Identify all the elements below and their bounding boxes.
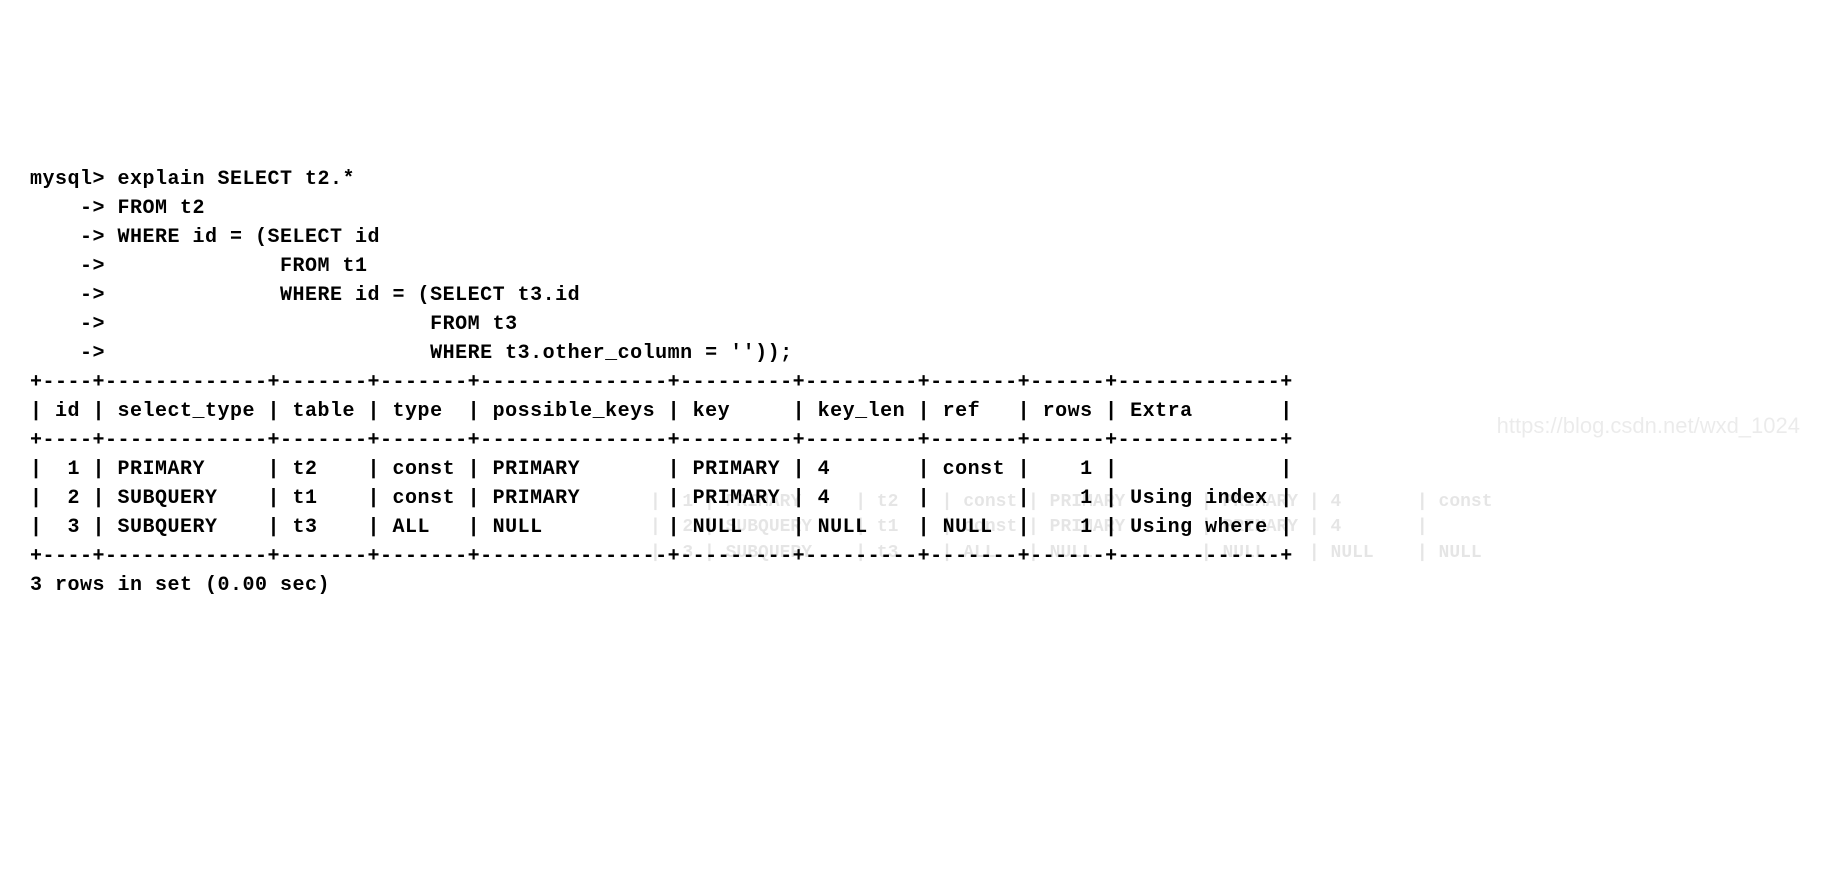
ghost-row-1: | 2 | SUBQUERY | t1 | const | PRIMARY | … (650, 517, 1428, 537)
query-line-5: -> FROM t3 (30, 313, 518, 336)
query-line-3: -> FROM t1 (30, 255, 368, 278)
query-line-6: -> WHERE t3.other_column = '')); (30, 342, 793, 365)
ghost-row-2: | 3 | SUBQUERY | t3 | ALL | NULL | NULL … (650, 543, 1482, 563)
query-line-2: -> WHERE id = (SELECT id (30, 226, 380, 249)
watermark-text: https://blog.csdn.net/wxd_1024 (1497, 410, 1800, 442)
table-header: | id | select_type | table | type | poss… (30, 400, 1293, 423)
result-footer: 3 rows in set (0.00 sec) (30, 574, 330, 597)
table-border-mid: +----+-------------+-------+-------+----… (30, 429, 1293, 452)
query-line-4: -> WHERE id = (SELECT t3.id (30, 284, 580, 307)
query-line-1: -> FROM t2 (30, 197, 205, 220)
table-border-top: +----+-------------+-------+-------+----… (30, 371, 1293, 394)
ghost-overlay: | 1 | PRIMARY | t2 | const | PRIMARY | P… (650, 465, 1493, 566)
query-line-0: mysql> explain SELECT t2.* (30, 168, 355, 191)
ghost-row-0: | 1 | PRIMARY | t2 | const | PRIMARY | P… (650, 492, 1493, 512)
